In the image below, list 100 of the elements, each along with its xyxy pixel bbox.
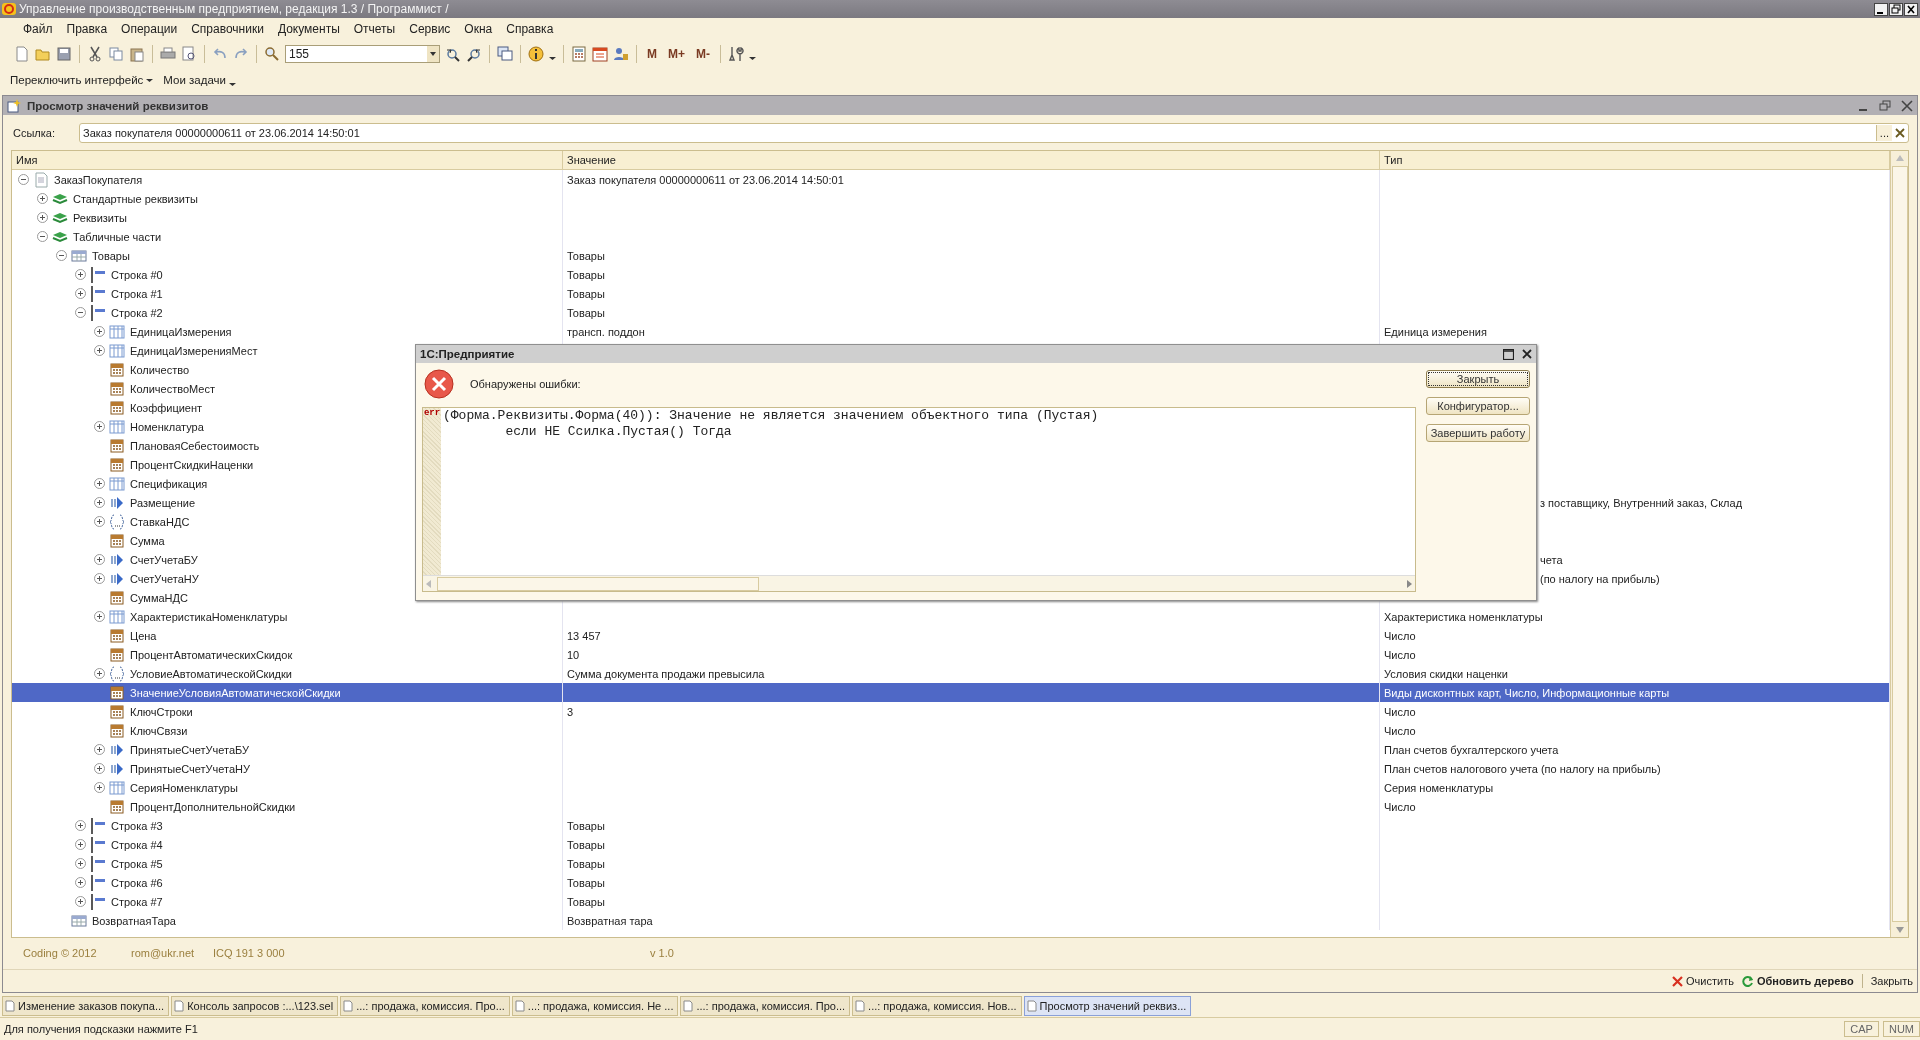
panel-menu-button[interactable]: Переключить интерфейс: [10, 74, 144, 86]
command-link[interactable]: Закрыть: [1870, 975, 1913, 987]
expand-icon[interactable]: [75, 820, 86, 831]
tree-row[interactable]: Товары Товары: [12, 246, 1890, 265]
save-icon[interactable]: [56, 46, 72, 62]
expand-icon[interactable]: [94, 763, 105, 774]
tree-row[interactable]: ЗначениеУсловияАвтоматическойСкидки Виды дисконтных карт, Число, Информационные карты: [12, 683, 1890, 702]
panel-menu-button[interactable]: Мои задачи: [163, 74, 226, 86]
close-icon[interactable]: [1522, 349, 1532, 359]
tree-row[interactable]: Строка #5 Товары: [12, 854, 1890, 873]
taskbar-item[interactable]: ...: продажа, комиссия. Про...: [680, 996, 851, 1016]
collapse-icon[interactable]: [37, 231, 48, 242]
find-next-icon[interactable]: [445, 46, 461, 62]
menu-item[interactable]: Сервис: [402, 22, 458, 36]
expand-icon[interactable]: [75, 288, 86, 299]
dropdown-icon[interactable]: [427, 46, 439, 62]
expand-icon[interactable]: [94, 668, 105, 679]
tree-row[interactable]: Стандартные реквизиты: [12, 189, 1890, 208]
tree-row[interactable]: Строка #2 Товары: [12, 303, 1890, 322]
expand-icon[interactable]: [37, 193, 48, 204]
collapse-icon[interactable]: [56, 250, 67, 261]
search-icon[interactable]: [264, 46, 280, 62]
memory-button[interactable]: M+: [665, 47, 688, 61]
select-button[interactable]: ...: [1875, 125, 1892, 141]
expand-icon[interactable]: [94, 421, 105, 432]
expand-icon[interactable]: [94, 611, 105, 622]
link-field[interactable]: Заказ покупателя 00000000611 от 23.06.2014 14:50:01 ...: [79, 123, 1909, 143]
memory-button[interactable]: M-: [693, 47, 713, 61]
tree-row[interactable]: Строка #4 Товары: [12, 835, 1890, 854]
taskbar-item[interactable]: ...: продажа, комиссия. Не ...: [511, 996, 679, 1016]
tree-row[interactable]: Строка #6 Товары: [12, 873, 1890, 892]
command-link[interactable]: Очистить: [1686, 975, 1734, 987]
tree-row[interactable]: КлючСтроки 3 Число: [12, 702, 1890, 721]
tree-row[interactable]: Строка #3 Товары: [12, 816, 1890, 835]
tree-row[interactable]: СерияНоменклатуры Серия номенклатуры: [12, 778, 1890, 797]
close-icon[interactable]: [1904, 2, 1918, 16]
collapse-icon[interactable]: [75, 307, 86, 318]
maximize-icon[interactable]: [1503, 348, 1514, 360]
tree-row[interactable]: Строка #1 Товары: [12, 284, 1890, 303]
tree-row[interactable]: ПринятыеСчетУчетаБУ План счетов бухгалтерского учета: [12, 740, 1890, 759]
dialog-button[interactable]: Завершить работу: [1426, 424, 1530, 442]
expand-icon[interactable]: [94, 516, 105, 527]
tree-row[interactable]: Реквизиты: [12, 208, 1890, 227]
refresh-icon[interactable]: [1741, 975, 1754, 987]
tree-row[interactable]: КлючСвязи Число: [12, 721, 1890, 740]
print-preview-icon[interactable]: [181, 46, 197, 62]
menu-item[interactable]: Отчеты: [346, 22, 403, 36]
horizontal-scrollbar[interactable]: [423, 575, 1415, 591]
taskbar-item[interactable]: Просмотр значений реквиз...: [1023, 996, 1192, 1016]
info-icon[interactable]: [528, 46, 544, 62]
expand-icon[interactable]: [75, 896, 86, 907]
expand-icon[interactable]: [94, 326, 105, 337]
print-icon[interactable]: [160, 46, 176, 62]
dialog-button[interactable]: Закрыть: [1426, 370, 1530, 388]
calculator-icon[interactable]: [571, 46, 587, 62]
tree-row[interactable]: Цена 13 457 Число: [12, 626, 1890, 645]
clear-icon[interactable]: [1895, 128, 1905, 138]
command-link[interactable]: Обновить дерево: [1756, 975, 1854, 987]
taskbar-item[interactable]: Консоль запросов :...\123.sel: [171, 996, 339, 1016]
tree-row[interactable]: ЕдиницаИзмерения трансп. поддон Единица измерения: [12, 322, 1890, 341]
tree-row[interactable]: ВозвратнаяТара Возвратная тара: [12, 911, 1890, 930]
minimize-icon[interactable]: [1874, 2, 1888, 16]
delete-icon[interactable]: [1672, 975, 1683, 987]
tree-row[interactable]: ПринятыеСчетУчетаНУ План счетов налогового учета (по налогу на прибыль): [12, 759, 1890, 778]
tree-row[interactable]: ПроцентДополнительнойСкидки Число: [12, 797, 1890, 816]
restore-icon[interactable]: [1889, 2, 1903, 16]
windows-icon[interactable]: [497, 46, 513, 62]
expand-icon[interactable]: [37, 212, 48, 223]
expand-icon[interactable]: [75, 839, 86, 850]
expand-icon[interactable]: [94, 478, 105, 489]
expand-icon[interactable]: [94, 744, 105, 755]
expand-icon[interactable]: [94, 573, 105, 584]
dialog-button[interactable]: Конфигуратор...: [1426, 397, 1530, 415]
expand-icon[interactable]: [94, 497, 105, 508]
tree-row[interactable]: Строка #7 Товары: [12, 892, 1890, 911]
menu-item[interactable]: Справочники: [184, 22, 271, 36]
expand-icon[interactable]: [94, 782, 105, 793]
menu-item[interactable]: Окна: [457, 22, 500, 36]
tools-icon[interactable]: [728, 46, 744, 62]
cut-icon[interactable]: [87, 46, 103, 62]
column-header[interactable]: Имя: [12, 151, 563, 169]
expand-icon[interactable]: [94, 345, 105, 356]
expand-icon[interactable]: [75, 269, 86, 280]
menu-item[interactable]: Правка: [59, 22, 115, 36]
paste-icon[interactable]: [129, 46, 145, 62]
search-field[interactable]: 155: [285, 45, 440, 63]
expand-icon[interactable]: [75, 877, 86, 888]
taskbar-item[interactable]: ...: продажа, комиссия. Нов...: [852, 996, 1022, 1016]
memory-button[interactable]: M: [644, 47, 660, 61]
tree-row[interactable]: Строка #0 Товары: [12, 265, 1890, 284]
column-header[interactable]: Значение: [563, 151, 1380, 169]
tree-row[interactable]: Табличные части: [12, 227, 1890, 246]
tree-row[interactable]: ЗаказПокупателя Заказ покупателя 00000000611 от 23.06.2014 14:50:01: [12, 170, 1890, 189]
menu-item[interactable]: Операции: [114, 22, 185, 36]
collapse-icon[interactable]: [18, 174, 29, 185]
find-previous-icon[interactable]: [466, 46, 482, 62]
menu-item[interactable]: Справка: [499, 22, 561, 36]
expand-icon[interactable]: [75, 858, 86, 869]
taskbar-item[interactable]: Изменение заказов покупа...: [2, 996, 170, 1016]
menu-item[interactable]: Файл: [16, 22, 60, 36]
